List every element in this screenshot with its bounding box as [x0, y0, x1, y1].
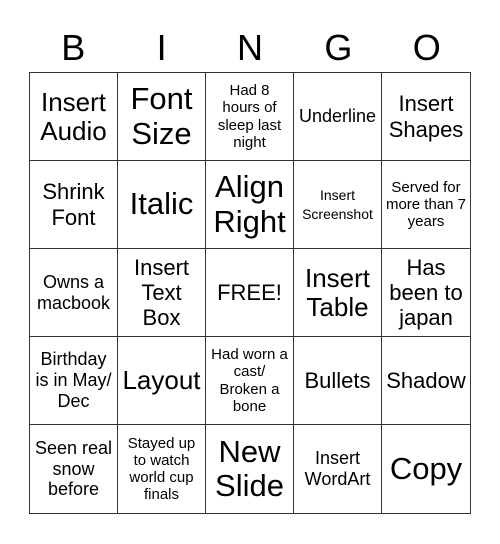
header-letter-n: N [236, 27, 263, 68]
free-space[interactable]: FREE! [206, 249, 294, 337]
bingo-cell[interactable]: Font Size [118, 73, 206, 161]
bingo-cell[interactable]: Insert Screenshot [294, 161, 382, 249]
bingo-cell[interactable]: Birthday is in May/ Dec [30, 337, 118, 425]
bingo-cell[interactable]: Layout [118, 337, 206, 425]
bingo-cell[interactable]: Insert WordArt [294, 425, 382, 513]
header-letter-g: G [324, 27, 353, 68]
bingo-cell[interactable]: Stayed up to watch world cup finals [118, 425, 206, 513]
bingo-cell[interactable]: Insert Audio [30, 73, 118, 161]
header-letter-o: O [412, 27, 441, 68]
bingo-cell[interactable]: Bullets [294, 337, 382, 425]
bingo-cell[interactable]: Had 8 hours of sleep last night [206, 73, 294, 161]
bingo-cell[interactable]: Has been to japan [382, 249, 470, 337]
bingo-cell[interactable]: Italic [118, 161, 206, 249]
bingo-cell[interactable]: Shadow [382, 337, 470, 425]
bingo-board: Insert Audio Font Size Had 8 hours of sl… [29, 72, 471, 514]
bingo-cell[interactable]: Insert Text Box [118, 249, 206, 337]
bingo-cell[interactable]: Align Right [206, 161, 294, 249]
header-letter-b: B [61, 27, 86, 68]
bingo-cell[interactable]: Underline [294, 73, 382, 161]
bingo-cell[interactable]: Shrink Font [30, 161, 118, 249]
bingo-cell[interactable]: Had worn a cast/ Broken a bone [206, 337, 294, 425]
bingo-header: B I N G O [29, 22, 471, 74]
bingo-cell[interactable]: Seen real snow before [30, 425, 118, 513]
bingo-cell[interactable]: Insert Table [294, 249, 382, 337]
bingo-cell[interactable]: Insert Shapes [382, 73, 470, 161]
header-letter-i: I [156, 27, 167, 68]
bingo-cell[interactable]: Served for more than 7 years [382, 161, 470, 249]
bingo-cell[interactable]: Copy [382, 425, 470, 513]
bingo-cell[interactable]: New Slide [206, 425, 294, 513]
bingo-cell[interactable]: Owns a macbook [30, 249, 118, 337]
